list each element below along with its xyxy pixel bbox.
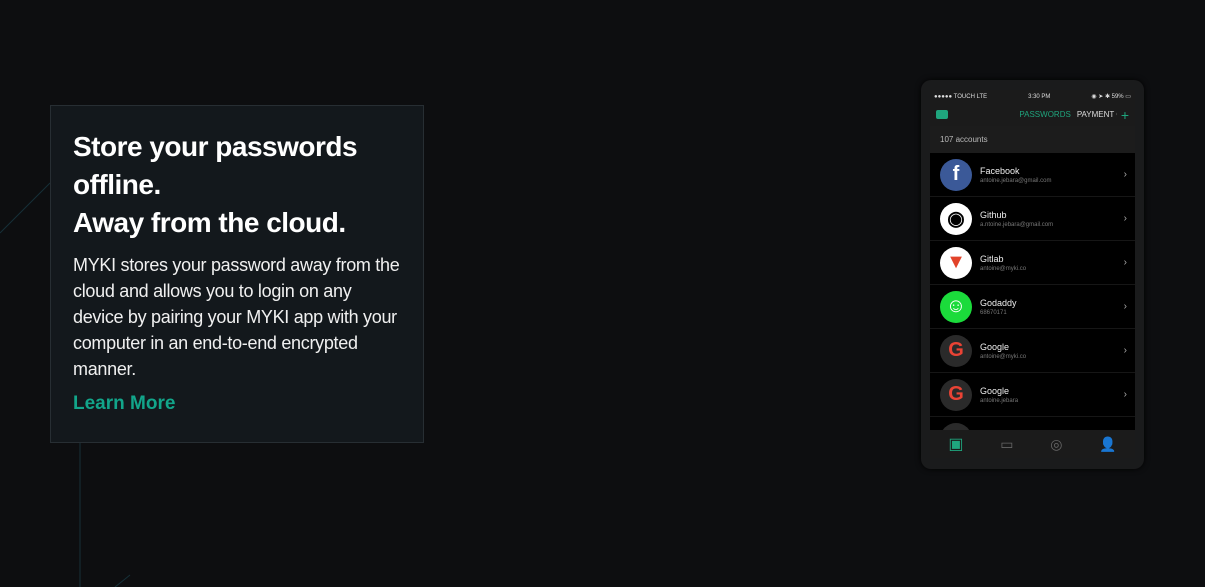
account-row[interactable]: ▼ Gitlab antoine@myki.co › xyxy=(930,241,1135,285)
app-header: PASSWORDS PAYMENT CARDS + xyxy=(930,103,1135,126)
learn-more-link[interactable]: Learn More xyxy=(73,393,401,415)
account-row[interactable]: G Google antoine.jebara › xyxy=(930,373,1135,417)
account-row[interactable]: G Google antoine@myki.co › xyxy=(930,329,1135,373)
account-name: Facebook xyxy=(980,165,1020,176)
github-icon: ◉ xyxy=(940,202,972,235)
vault-icon[interactable]: ▣ xyxy=(948,434,963,454)
account-username: 68670171 xyxy=(980,309,1007,316)
account-username: antoine.jebara@gmail.com xyxy=(980,177,1052,184)
inbox-icon[interactable] xyxy=(936,110,948,119)
chevron-right-icon: › xyxy=(1123,169,1127,180)
account-row[interactable]: ◉ Github a.ntoine.jebara@gmail.com › xyxy=(930,197,1135,241)
tab-payment-cards[interactable]: PAYMENT CARDS xyxy=(1077,110,1117,119)
add-icon[interactable]: + xyxy=(1121,107,1129,123)
chevron-right-icon: › xyxy=(1123,301,1127,312)
feature-card: Store your passwords offline. Away from t… xyxy=(50,105,424,443)
gitlab-icon: ▼ xyxy=(940,246,972,279)
account-name: Godaddy xyxy=(980,297,1017,308)
account-username: a.ntoine.jebara@gmail.com xyxy=(980,221,1054,228)
account-username: antoine@myki.co xyxy=(980,265,1027,272)
account-name: Gitlab xyxy=(980,253,1004,264)
chevron-right-icon: › xyxy=(1123,257,1127,268)
account-name: Google xyxy=(980,385,1010,396)
account-username: antoine.jebara xyxy=(980,397,1019,404)
chevron-right-icon: › xyxy=(1123,213,1127,224)
profile-icon[interactable]: 👤 xyxy=(1099,436,1116,453)
google-icon: G xyxy=(940,378,972,411)
account-name: Github xyxy=(980,209,1007,220)
tab-passwords[interactable]: PASSWORDS xyxy=(1019,110,1070,119)
account-row[interactable]: f Facebook antoine.jebara@gmail.com › xyxy=(930,153,1135,197)
radar-icon[interactable]: ◎ xyxy=(1050,436,1062,453)
status-bar: ●●●●● TOUCH LTE 3:30 PM ◉ ➤ ✱ 59% ▭ xyxy=(930,90,1135,103)
chevron-right-icon: › xyxy=(1123,345,1127,356)
account-name: Google xyxy=(980,341,1010,352)
feature-title: Store your passwords offline. Away from t… xyxy=(73,131,358,238)
godaddy-icon: ☺ xyxy=(940,290,972,323)
account-row[interactable]: ☺ Godaddy 68670171 › xyxy=(930,285,1135,329)
account-count: 107 accounts xyxy=(930,126,1135,153)
phone-mockup: ●●●●● TOUCH LTE 3:30 PM ◉ ➤ ✱ 59% ▭ PASSWO… xyxy=(921,80,1144,469)
account-username: antoine@myki.co xyxy=(980,353,1027,360)
feature-description: MYKI stores your password away from the … xyxy=(73,255,400,379)
google-icon: G xyxy=(940,334,972,367)
bottom-tab-bar: ▣ ▭ ◎ 👤 xyxy=(930,430,1135,458)
laptop-icon[interactable]: ▭ xyxy=(1000,436,1013,453)
chevron-right-icon: › xyxy=(1123,389,1127,400)
facebook-icon: f xyxy=(940,158,972,191)
